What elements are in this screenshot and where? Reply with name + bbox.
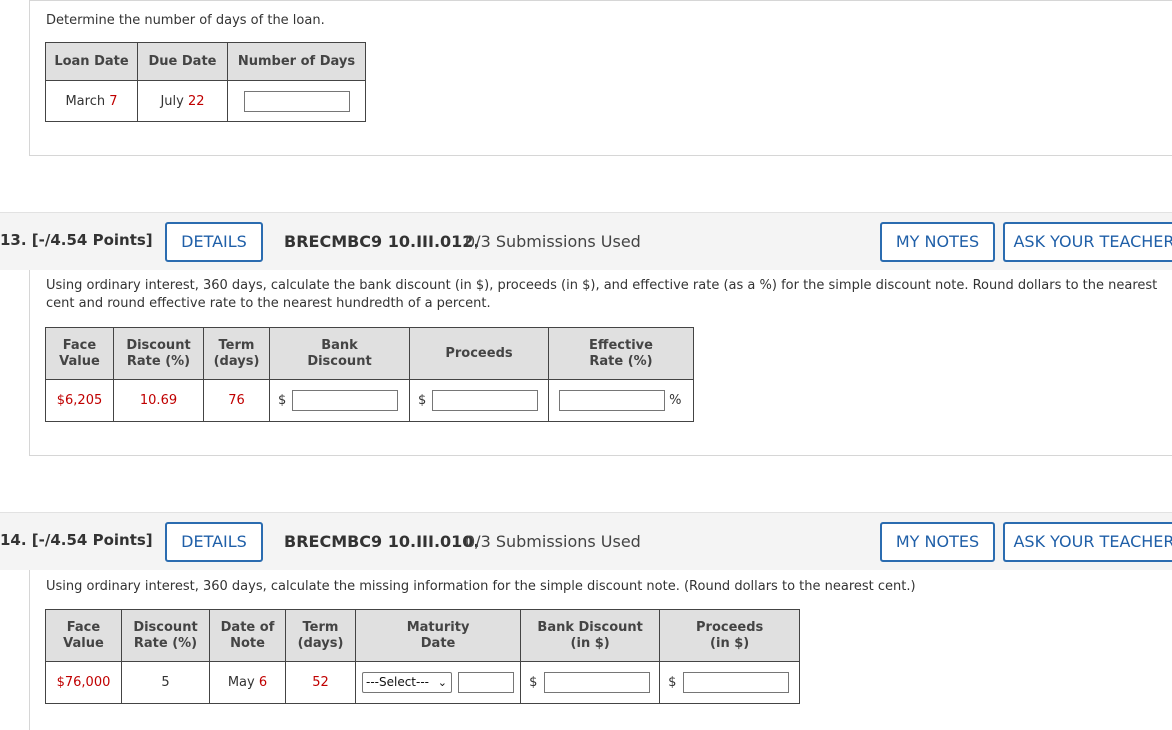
header-face-value: Face Value bbox=[45, 609, 122, 662]
discount-rate-cell: 10.69 bbox=[113, 379, 204, 422]
header-maturity-date: Maturity Date bbox=[354, 609, 522, 662]
submissions-used: 0/3 Submissions Used bbox=[465, 532, 641, 551]
table-row: March 7 July 22 bbox=[45, 80, 366, 122]
question-12-body: Determine the number of days of the loan… bbox=[29, 0, 1172, 156]
effective-rate-cell: % bbox=[548, 379, 694, 422]
question-13-body: Using ordinary interest, 360 days, calcu… bbox=[29, 270, 1172, 456]
question-number: 13. [-/4.54 Points] bbox=[0, 231, 153, 249]
header-proceeds: Proceeds (in $) bbox=[659, 609, 801, 662]
effective-rate-input[interactable] bbox=[559, 390, 665, 411]
proceeds-input[interactable] bbox=[432, 390, 539, 411]
question-number: 14. [-/4.54 Points] bbox=[0, 531, 153, 549]
header-effective-rate: Effective Rate (%) bbox=[548, 327, 694, 380]
question-code: BRECMBC9 10.III.012. bbox=[284, 232, 480, 251]
loan-date-cell: March 7 bbox=[45, 80, 138, 122]
bank-discount-input[interactable] bbox=[543, 672, 650, 693]
details-button[interactable]: DETAILS bbox=[165, 522, 263, 562]
ask-your-teacher-button[interactable]: ASK YOUR TEACHER bbox=[1003, 222, 1172, 262]
table-row: $6,205 10.69 76 $ $ % bbox=[45, 379, 694, 422]
face-value-cell: $76,000 bbox=[45, 661, 122, 704]
header-discount-rate: Discount Rate (%) bbox=[113, 327, 204, 380]
header-number-of-days: Number of Days bbox=[227, 42, 366, 81]
header-proceeds: Proceeds bbox=[409, 327, 549, 380]
loan-days-table: Loan Date Due Date Number of Days March … bbox=[45, 42, 366, 122]
question-text: Using ordinary interest, 360 days, calcu… bbox=[46, 278, 1158, 311]
question-text: Using ordinary interest, 360 days, calcu… bbox=[46, 579, 916, 594]
due-date-cell: July 22 bbox=[137, 80, 228, 122]
header-due-date: Due Date bbox=[137, 42, 228, 81]
number-of-days-cell bbox=[227, 80, 366, 122]
proceeds-cell: $ bbox=[659, 661, 801, 704]
discount-note-table: Face Value Discount Rate (%) Date of Note T… bbox=[45, 609, 801, 704]
question-code: BRECMBC9 10.III.010. bbox=[284, 532, 480, 551]
header-face-value: Face Value bbox=[45, 327, 114, 380]
number-of-days-input[interactable] bbox=[243, 90, 350, 112]
date-of-note-cell: May 6 bbox=[209, 661, 286, 704]
header-loan-date: Loan Date bbox=[45, 42, 138, 81]
proceeds-input[interactable] bbox=[682, 672, 789, 693]
bank-discount-cell: $ bbox=[520, 661, 661, 704]
question-text: Determine the number of days of the loan… bbox=[46, 13, 325, 28]
header-bank-discount: Bank Discount bbox=[269, 327, 410, 380]
question-14-header: 14. [-/4.54 Points] DETAILS BRECMBC9 10.… bbox=[0, 512, 1172, 570]
header-bank-discount: Bank Discount (in $) bbox=[520, 609, 661, 662]
chevron-down-icon: ⌄ bbox=[437, 676, 447, 689]
discount-rate-cell: 5 bbox=[121, 661, 210, 704]
face-value-cell: $6,205 bbox=[45, 379, 114, 422]
submissions-used: 0/3 Submissions Used bbox=[465, 232, 641, 251]
details-button[interactable]: DETAILS bbox=[165, 222, 263, 262]
header-date-of-note: Date of Note bbox=[209, 609, 286, 662]
maturity-month-select[interactable]: ---Select--- ⌄ bbox=[362, 672, 452, 693]
bank-discount-cell: $ bbox=[269, 379, 410, 422]
header-term: Term (days) bbox=[285, 609, 356, 662]
question-13-header: 13. [-/4.54 Points] DETAILS BRECMBC9 10.… bbox=[0, 212, 1172, 270]
bank-discount-input[interactable] bbox=[292, 390, 399, 411]
header-discount-rate: Discount Rate (%) bbox=[121, 609, 210, 662]
maturity-date-cell: ---Select--- ⌄ bbox=[354, 661, 522, 704]
header-term: Term (days) bbox=[203, 327, 270, 380]
my-notes-button[interactable]: MY NOTES bbox=[880, 522, 995, 562]
maturity-day-input[interactable] bbox=[458, 672, 515, 693]
ask-your-teacher-button[interactable]: ASK YOUR TEACHER bbox=[1003, 522, 1172, 562]
discount-note-table: Face Value Discount Rate (%) Term (days) Ba… bbox=[45, 327, 694, 422]
table-row: $76,000 5 May 6 52 ---Select--- ⌄ $ $ bbox=[45, 661, 801, 704]
proceeds-cell: $ bbox=[409, 379, 549, 422]
term-cell: 52 bbox=[285, 661, 356, 704]
term-cell: 76 bbox=[203, 379, 270, 422]
question-14-body: Using ordinary interest, 360 days, calcu… bbox=[29, 570, 1172, 730]
my-notes-button[interactable]: MY NOTES bbox=[880, 222, 995, 262]
